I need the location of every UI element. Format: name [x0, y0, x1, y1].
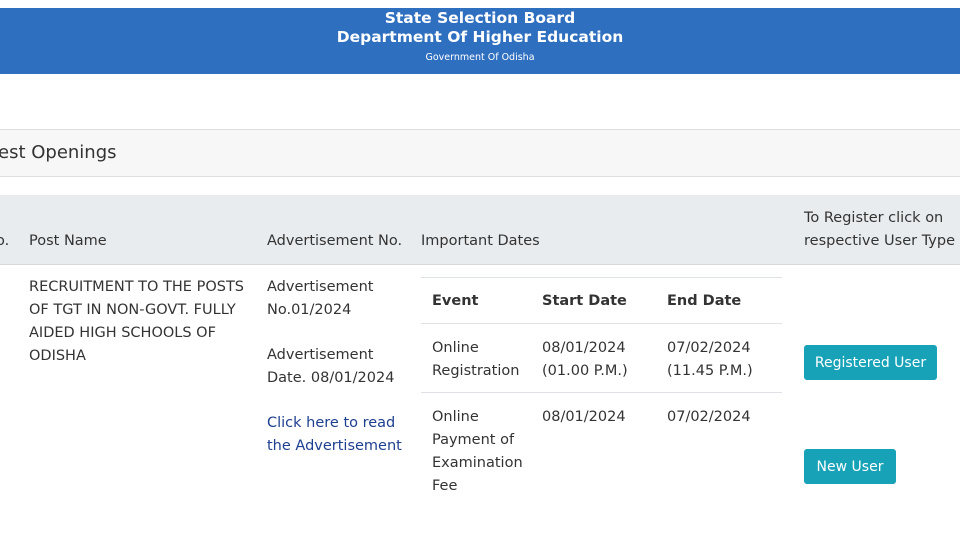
- site-header: State Selection Board Department Of High…: [0, 8, 960, 74]
- advertisement-date: Advertisement Date. 08/01/2024: [267, 347, 395, 386]
- dates-header-row: Event Start Date End Date: [421, 277, 782, 323]
- registered-user-button[interactable]: Registered User: [804, 345, 937, 380]
- column-header-register-line1: To Register click on: [804, 210, 944, 226]
- dates-header-end: End Date: [667, 293, 742, 309]
- section-heading-bar: est Openings: [0, 129, 960, 177]
- dates-header-start: Start Date: [542, 293, 627, 309]
- board-title: State Selection Board: [384, 9, 576, 27]
- start-date: 08/01/2024 (01.00 P.M.): [542, 340, 628, 379]
- column-header-register-line2: respective User Type: [804, 233, 956, 249]
- department-title: Department Of Higher Education: [336, 28, 624, 46]
- post-name-cell: RECRUITMENT TO THE POSTS OF TGT IN NON-G…: [29, 279, 245, 364]
- section-title: est Openings: [0, 142, 117, 163]
- end-date: 07/02/2024: [667, 409, 751, 425]
- table-row: Online Payment of Examination Fee 08/01/…: [421, 392, 782, 503]
- column-header-sl-no: o.: [0, 233, 10, 249]
- new-user-button[interactable]: New User: [804, 449, 896, 484]
- event-name: Online Registration: [432, 340, 520, 379]
- advertisement-number: Advertisement No.01/2024: [267, 279, 374, 318]
- government-label: Government Of Odisha: [425, 52, 535, 63]
- page: State Selection Board Department Of High…: [0, 0, 960, 540]
- column-header-important-dates: Important Dates: [421, 233, 540, 249]
- end-date: 07/02/2024 (11.45 P.M.): [667, 340, 753, 379]
- table-header: o. Post Name Advertisement No. Important…: [0, 195, 960, 265]
- column-header-post-name: Post Name: [29, 233, 107, 249]
- read-advertisement-link[interactable]: Click here to read the Advertisement: [267, 412, 412, 458]
- dates-header-event: Event: [432, 293, 479, 309]
- column-header-advertisement-no: Advertisement No.: [267, 233, 403, 249]
- event-name: Online Payment of Examination Fee: [432, 409, 523, 494]
- table-row: Online Registration 08/01/2024 (01.00 P.…: [421, 323, 782, 392]
- start-date: 08/01/2024: [542, 409, 626, 425]
